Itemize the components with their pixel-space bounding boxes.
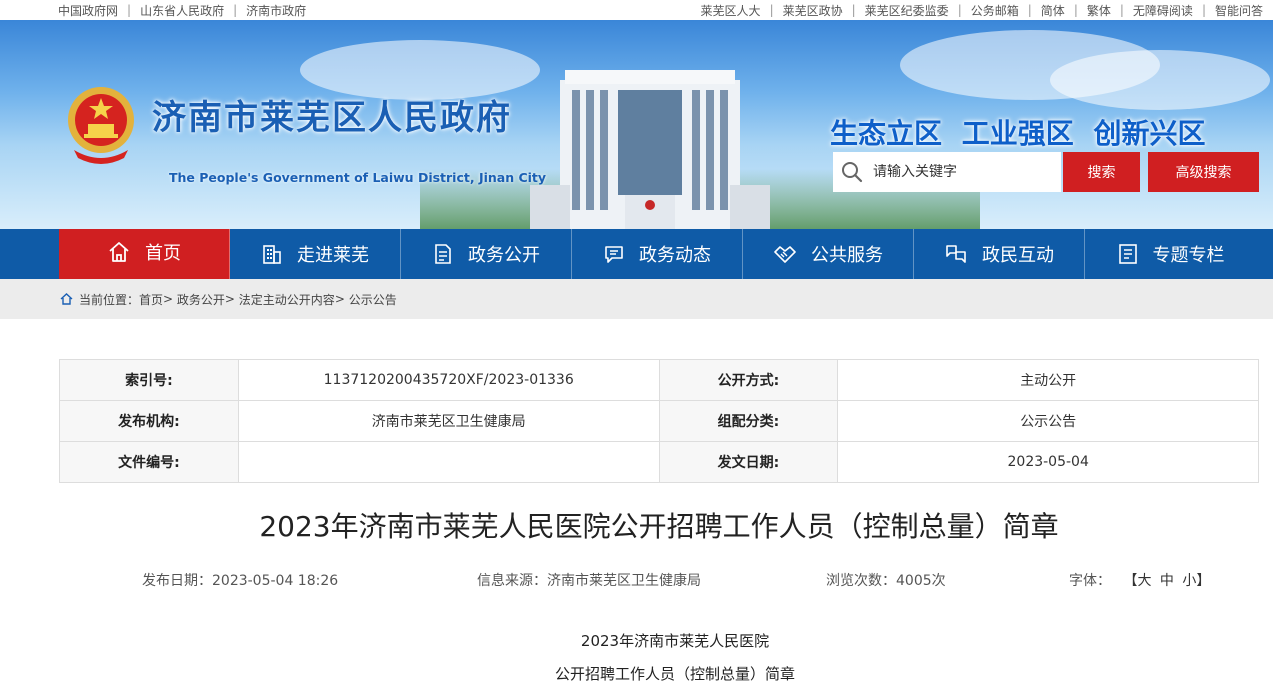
label-category: 组配分类: — [658, 400, 839, 442]
link-jinan-gov[interactable]: 济南市政府 — [246, 2, 306, 19]
label-disclosure-method: 公开方式: — [658, 359, 839, 401]
message-icon — [605, 246, 623, 263]
header-banner: 济南市莱芜区人民政府 The People's Government of La… — [0, 20, 1273, 229]
handshake-icon — [774, 246, 796, 263]
search-button[interactable]: 搜索 — [1063, 152, 1140, 192]
publish-date: 发布日期：2023-05-04 18:26 — [142, 573, 339, 589]
link-email[interactable]: 公务邮箱 — [971, 2, 1019, 19]
nav-item-gov-affairs[interactable]: 政务公开 — [401, 229, 572, 279]
breadcrumb-gov-affairs[interactable]: 政务公开 — [177, 291, 225, 308]
search-input[interactable] — [873, 164, 1043, 180]
value-issue-date: 2023-05-04 — [837, 441, 1259, 483]
nav-item-news[interactable]: 政务动态 — [572, 229, 743, 279]
link-smart-qa[interactable]: 智能问答 — [1215, 2, 1263, 19]
value-index-number: 1137120200435720XF/2023-01336 — [237, 359, 660, 401]
label-doc-number: 文件编号: — [59, 441, 239, 483]
link-traditional[interactable]: 繁体 — [1087, 2, 1111, 19]
home-icon — [109, 242, 129, 262]
document-info-table: 索引号: 1137120200435720XF/2023-01336 公开方式:… — [59, 359, 1259, 483]
body-heading-line1: 2023年济南市莱芜人民医院 — [580, 632, 770, 650]
link-renda[interactable]: 莱芜区人大 — [701, 2, 761, 19]
nav-item-special-topics[interactable]: 专题专栏 — [1085, 229, 1256, 279]
top-right-links: 莱芜区人大 | 莱芜区政协 | 莱芜区纪委监委 | 公务邮箱 | 简体 | 繁体… — [700, 2, 1263, 19]
nav-item-public-service[interactable]: 公共服务 — [743, 229, 914, 279]
font-small-button[interactable]: 小 — [1182, 573, 1196, 589]
top-utility-bar: 中国政府网 | 山东省人民政府 | 济南市政府 莱芜区人大 | 莱芜区政协 | … — [0, 0, 1273, 20]
site-title: 济南市莱芜区人民政府 — [152, 98, 512, 138]
value-category: 公示公告 — [837, 400, 1259, 442]
label-publisher: 发布机构: — [59, 400, 239, 442]
nav-item-about[interactable]: 走进莱芜 — [230, 229, 401, 279]
link-accessibility[interactable]: 无障碍阅读 — [1133, 2, 1193, 19]
nav-item-label: 走进莱芜 — [297, 245, 369, 266]
info-source: 信息来源：济南市莱芜区卫生健康局 — [477, 573, 701, 589]
breadcrumb-statutory[interactable]: 法定主动公开内容 — [239, 291, 335, 308]
nav-item-interaction[interactable]: 政民互动 — [914, 229, 1085, 279]
article-title: 2023年济南市莱芜人民医院公开招聘工作人员（控制总量）简章 — [259, 510, 1059, 543]
nav-item-home[interactable]: 首页 — [59, 225, 230, 279]
font-medium-button[interactable]: 中 — [1160, 573, 1174, 589]
top-left-links: 中国政府网 | 山东省人民政府 | 济南市政府 — [58, 2, 307, 19]
cloud-decoration — [1050, 50, 1270, 110]
breadcrumb-prefix: 当前位置： — [79, 292, 140, 307]
site-subtitle: The People's Government of Laiwu Distric… — [169, 170, 547, 185]
label-issue-date: 发文日期: — [658, 441, 839, 483]
font-size-control: 字体： 【大 中 小】 — [1069, 573, 1211, 589]
slogan: 生态立区 工业强区 创新兴区 — [830, 117, 1206, 150]
value-publisher: 济南市莱芜区卫生健康局 — [237, 400, 660, 442]
advanced-search-button[interactable]: 高级搜索 — [1148, 152, 1259, 192]
link-shandong-gov[interactable]: 山东省人民政府 — [140, 2, 224, 19]
main-nav: 首页 走进莱芜 政务公开 政务动态 公共服务 政民互动 专题专栏 — [0, 225, 1273, 279]
value-disclosure-method: 主动公开 — [837, 359, 1259, 401]
document-icon — [435, 244, 451, 264]
interaction-icon — [946, 245, 966, 263]
national-emblem-icon — [68, 87, 134, 164]
font-size-label: 字体： — [1069, 573, 1111, 589]
link-jiwei[interactable]: 莱芜区纪委监委 — [865, 2, 949, 19]
link-zhengxie[interactable]: 莱芜区政协 — [783, 2, 843, 19]
search-box — [833, 152, 1061, 192]
font-large-button[interactable]: 大 — [1137, 573, 1151, 589]
government-building-image — [530, 70, 770, 229]
table-row: 文件编号: 发文日期: 2023-05-04 — [59, 441, 1259, 483]
nav-item-label: 政务动态 — [639, 245, 711, 266]
nav-item-label: 公共服务 — [811, 245, 883, 266]
breadcrumb-notices[interactable]: 公示公告 — [349, 291, 397, 308]
search-icon — [842, 162, 863, 183]
view-count: 浏览次数：4005次 — [826, 573, 946, 589]
value-doc-number — [237, 441, 660, 483]
home-small-icon — [60, 293, 73, 305]
label-index-number: 索引号: — [59, 359, 239, 401]
nav-item-label: 专题专栏 — [1152, 245, 1225, 266]
breadcrumb: 当前位置： 首页 > 政务公开 > 法定主动公开内容 > 公示公告 — [0, 279, 1273, 319]
nav-item-label: 政民互动 — [982, 245, 1054, 266]
link-simplified[interactable]: 简体 — [1041, 2, 1065, 19]
link-china-gov[interactable]: 中国政府网 — [58, 2, 118, 19]
table-row: 索引号: 1137120200435720XF/2023-01336 公开方式:… — [59, 359, 1259, 401]
table-row: 发布机构: 济南市莱芜区卫生健康局 组配分类: 公示公告 — [59, 400, 1259, 442]
building-icon — [263, 245, 281, 264]
breadcrumb-home[interactable]: 首页 — [139, 291, 163, 308]
body-heading-line2: 公开招聘工作人员（控制总量）简章 — [554, 665, 795, 683]
nav-item-label: 政务公开 — [468, 245, 540, 266]
list-icon — [1118, 244, 1137, 264]
nav-item-label: 首页 — [145, 243, 181, 264]
